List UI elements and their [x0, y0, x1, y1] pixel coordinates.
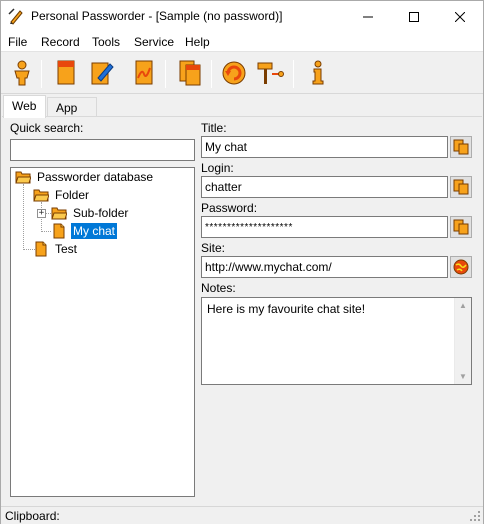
login-label: Login: — [201, 161, 234, 175]
user-icon — [14, 60, 30, 86]
maximize-button[interactable] — [391, 1, 437, 32]
tree-subfolder-label: Sub-folder — [73, 206, 129, 220]
menu-service[interactable]: Service — [134, 35, 174, 49]
rename-icon — [135, 60, 153, 85]
window-title: Personal Passworder - [Sample (no passwo… — [31, 9, 283, 23]
title-bar: Personal Passworder - [Sample (no passwo… — [1, 1, 483, 32]
close-icon — [455, 11, 465, 22]
menu-help[interactable]: Help — [185, 35, 210, 49]
tab-strip: Web App — [1, 95, 483, 118]
menu-record[interactable]: Record — [41, 35, 80, 49]
status-bar: Clipboard: — [1, 506, 483, 524]
scroll-down-icon[interactable]: ▼ — [459, 372, 467, 381]
password-label: Password: — [201, 201, 258, 215]
expand-subfolder-icon[interactable]: + — [37, 209, 46, 218]
scroll-up-icon[interactable]: ▲ — [459, 301, 467, 310]
copy-icon — [453, 179, 469, 195]
info-icon — [312, 60, 324, 85]
refresh-button[interactable] — [219, 57, 249, 89]
password-field[interactable]: ******************** — [201, 216, 448, 238]
tree-item-selected[interactable]: My chat — [51, 223, 118, 239]
open-folder-icon — [33, 189, 49, 202]
copy-title-button[interactable] — [450, 136, 472, 158]
record-icon — [53, 223, 65, 239]
user-button[interactable] — [7, 57, 37, 89]
resize-grip-icon[interactable] — [469, 510, 481, 522]
tools-button[interactable] — [255, 57, 285, 89]
app-pen-icon — [8, 8, 23, 25]
copy-password-button[interactable] — [450, 216, 472, 238]
site-label: Site: — [201, 241, 226, 255]
app-window: Personal Passworder - [Sample (no passwo… — [0, 0, 484, 524]
notes-field[interactable]: Here is my favourite chat site! ▲ ▼ — [201, 297, 472, 385]
copy-icon — [453, 139, 469, 155]
record-icon — [35, 241, 47, 257]
toolbar — [1, 52, 483, 94]
copy-login-button[interactable] — [450, 176, 472, 198]
info-button[interactable] — [303, 57, 333, 89]
tree-item-selected-label: My chat — [71, 223, 118, 239]
rename-button[interactable] — [129, 57, 159, 89]
database-tree[interactable]: + Passworder database Folder Sub-folder … — [10, 167, 195, 497]
tree-folder[interactable]: Folder — [33, 187, 91, 203]
tools-icon — [257, 62, 284, 84]
tree-root-label: Passworder database — [37, 170, 154, 184]
edit-record-icon — [91, 62, 114, 85]
site-field[interactable]: http://www.mychat.com/ — [201, 256, 448, 278]
menu-tools[interactable]: Tools — [92, 35, 120, 49]
open-site-button[interactable] — [450, 256, 472, 278]
quick-search-label: Quick search: — [10, 121, 84, 135]
copy-icon — [453, 219, 469, 235]
new-record-icon — [57, 60, 75, 85]
menu-file[interactable]: File — [8, 35, 27, 49]
tab-web[interactable]: Web — [3, 95, 46, 118]
tree-folder-label: Folder — [55, 188, 90, 202]
edit-record-button[interactable] — [87, 57, 117, 89]
clipboard-status: Clipboard: — [5, 509, 60, 523]
tree-item-test[interactable]: Test — [33, 241, 79, 257]
title-field[interactable]: My chat — [201, 136, 448, 158]
notes-text: Here is my favourite chat site! — [207, 302, 366, 316]
maximize-icon — [409, 11, 419, 22]
quick-search-input[interactable] — [10, 139, 195, 161]
close-button[interactable] — [437, 1, 483, 32]
minimize-icon — [363, 16, 373, 17]
notes-label: Notes: — [201, 281, 236, 295]
copy-record-icon — [179, 60, 201, 86]
globe-icon — [453, 259, 469, 275]
tree-root[interactable]: Passworder database — [15, 169, 155, 185]
copy-record-button[interactable] — [175, 57, 205, 89]
open-folder-icon — [15, 171, 31, 184]
tab-app[interactable]: App — [47, 97, 97, 117]
title-label: Title: — [201, 121, 227, 135]
minimize-button[interactable] — [345, 1, 391, 32]
tree-subfolder[interactable]: Sub-folder — [51, 205, 130, 221]
new-record-button[interactable] — [51, 57, 81, 89]
menu-bar: File Record Tools Service Help — [1, 32, 483, 52]
folder-icon — [51, 207, 67, 220]
login-field[interactable]: chatter — [201, 176, 448, 198]
refresh-icon — [222, 61, 246, 85]
tree-item-test-label: Test — [55, 242, 78, 256]
notes-scrollbar[interactable]: ▲ ▼ — [454, 298, 471, 384]
